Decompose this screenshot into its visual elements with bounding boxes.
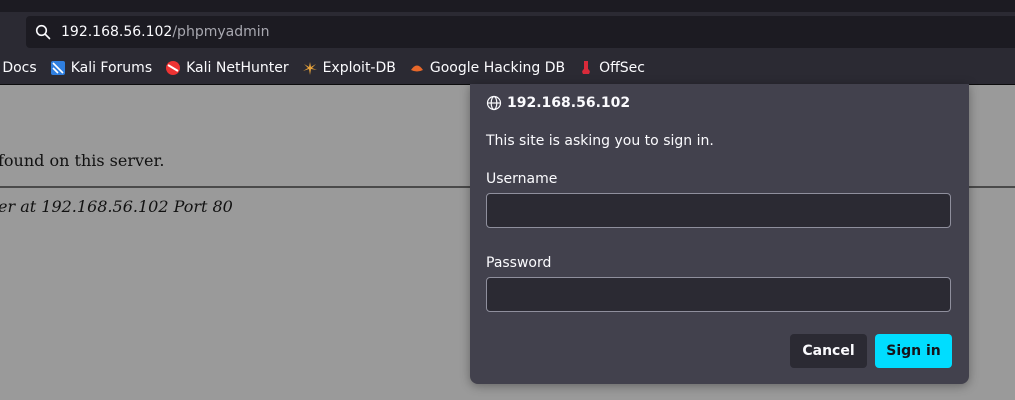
globe-icon (486, 95, 502, 111)
bookmark-exploit-db[interactable]: Exploit-DB (302, 60, 396, 76)
password-label: Password (486, 255, 552, 271)
search-icon (35, 24, 51, 40)
exploit-db-icon (302, 60, 318, 76)
bookmarks-toolbar: i Docs Kali Forums Kali NetHunter Exploi… (0, 52, 1015, 85)
bookmark-label: i Docs (0, 60, 37, 76)
bookmark-offsec[interactable]: OffSec (578, 60, 645, 76)
bookmark-google-hacking-db[interactable]: Google Hacking DB (409, 60, 565, 76)
not-found-message: found on this server. (0, 151, 165, 170)
dialog-host-text: 192.168.56.102 (507, 95, 631, 111)
url-path: /phpmyadmin (172, 24, 270, 40)
kali-forums-icon (50, 60, 66, 76)
tab-strip (0, 0, 1015, 12)
kali-nethunter-icon (165, 60, 181, 76)
username-field[interactable] (486, 193, 951, 228)
navigation-toolbar: 192.168.56.102/phpmyadmin (0, 12, 1015, 52)
auth-dialog: 192.168.56.102 This site is asking you t… (470, 84, 969, 384)
url-bar[interactable]: 192.168.56.102/phpmyadmin (26, 16, 1015, 48)
url-text: 192.168.56.102/phpmyadmin (61, 24, 270, 40)
password-field[interactable] (486, 277, 951, 312)
cancel-button[interactable]: Cancel (790, 334, 867, 368)
bookmark-label: Google Hacking DB (429, 60, 566, 76)
url-host: 192.168.56.102 (61, 24, 173, 40)
bookmark-label: OffSec (599, 60, 645, 76)
bookmark-label: Kali NetHunter (186, 60, 289, 76)
dialog-message: This site is asking you to sign in. (486, 133, 714, 149)
server-address: er at 192.168.56.102 Port 80 (0, 197, 233, 216)
bookmark-kali-docs[interactable]: i Docs (0, 60, 37, 76)
bookmark-kali-forums[interactable]: Kali Forums (50, 60, 152, 76)
bookmark-label: Exploit-DB (322, 60, 396, 76)
sign-in-button[interactable]: Sign in (875, 334, 952, 368)
ghdb-icon (409, 60, 425, 76)
offsec-icon (578, 60, 594, 76)
username-label: Username (486, 171, 558, 187)
bookmark-kali-nethunter[interactable]: Kali NetHunter (165, 60, 289, 76)
bookmark-label: Kali Forums (70, 60, 153, 76)
dialog-host: 192.168.56.102 (486, 95, 630, 111)
